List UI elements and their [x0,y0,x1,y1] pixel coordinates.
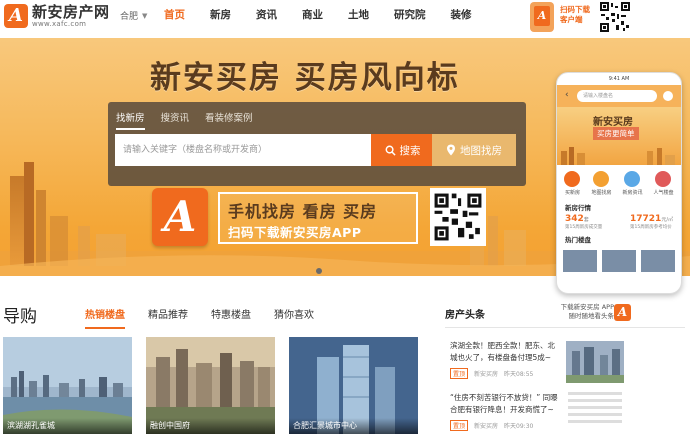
phone-search-field: 请输入楼盘名 [577,90,657,102]
phone-hero: 新安买房 买房更简单 [557,107,681,165]
back-arrow-icon: ‹ [565,90,569,100]
property-card-caption: 滨湖湖孔雀城 [3,418,132,434]
search-icon [385,145,396,156]
banner-slogan: 新安买房 买房风向标 [150,60,460,96]
app-promo-text: 手机找房 看房 买房 扫码下载新安买房APP [218,192,418,244]
property-card-caption: 融创中国府 [146,418,275,434]
tab-find-new-home[interactable]: 找新房 [116,110,145,130]
skyline-illustration [561,147,675,165]
qr-code-icon [599,1,631,33]
divider [445,327,685,328]
app-download-text: 扫码下载 客户端 [560,5,590,24]
phone-header: ‹ 请输入楼盘名 [557,85,681,107]
news-section-title: 房产头条 [445,310,485,321]
nav-item-research[interactable]: 研究院 [394,7,426,22]
phone-market-title: 新房行情 [565,204,591,212]
nav-item-news[interactable]: 资讯 [256,7,277,22]
map-search-button[interactable]: 地图找房 [432,134,516,166]
news-item[interactable]: “住房不刻苦银行不放贷！” 同曝合肥有银行降息！开发商慌了~ 置顶 新安买房 昨… [450,392,560,431]
guide-section-title: 导购 [3,307,37,327]
news-document-thumbnail[interactable] [566,388,624,426]
avatar [663,91,673,101]
news-source: 新安买房 [474,423,499,430]
carousel-indicator[interactable] [316,268,322,274]
tab-search-news[interactable]: 搜资讯 [161,110,190,130]
new-home-icon [564,171,581,187]
main-nav: 首页 新房 资讯 商业 土地 研究院 装修 [164,7,497,22]
chevron-down-icon: ▼ [142,11,148,20]
app-phone-mockup: 9:41 AM ‹ 请输入楼盘名 新安买房 买房更简单 买新房 地图找房 新房资… [556,72,682,294]
news-icon [624,171,641,187]
property-cards: 滨湖湖孔雀城 融创中国府 合肥汇景城市中心 [3,337,432,434]
map-pin-icon [447,144,455,156]
app-logo-icon: A [614,304,631,321]
phone-quick-icons: 买新房 地图找房 新房资讯 人气楼盘 [557,165,681,198]
tab-discount[interactable]: 特惠楼盘 [211,306,251,329]
phone-status-bar: 9:41 AM [608,76,630,82]
pinned-badge: 置顶 [450,420,469,431]
phone-hot-title: 热门楼盘 [565,236,591,244]
property-thumbnail [602,250,636,272]
nav-item-new-homes[interactable]: 新房 [210,7,231,22]
tab-decoration-cases[interactable]: 看装修案例 [205,110,253,130]
tab-recommended[interactable]: 猜你喜欢 [274,306,314,329]
news-source: 新安买房 [474,371,499,378]
phone-icon: A [530,2,554,32]
site-logo[interactable]: A 新安房产网 www.xafc.com [4,3,110,29]
property-card[interactable]: 融创中国府 [146,337,275,434]
nav-item-home[interactable]: 首页 [164,7,185,22]
guide-tabs: 热销楼盘 精品推荐 特惠楼盘 猜你喜欢 [85,306,337,329]
search-input[interactable]: 请输入关键字（楼盘名称或开发商） [115,134,371,166]
app-promo: A 手机找房 看房 买房 扫码下载新安买房APP [152,188,486,250]
top-navigation-bar: A 新安房产网 www.xafc.com 合肥 ▼ 首页 新房 资讯 商业 土地… [0,0,690,34]
phone-hot-images [557,246,681,276]
search-panel: 找新房 搜资讯 看装修案例 请输入关键字（楼盘名称或开发商） 搜索 地图找房 [108,102,526,186]
city-selector[interactable]: 合肥 ▼ [120,9,148,23]
logo-mark-icon: A [4,4,28,28]
tab-featured[interactable]: 精品推荐 [148,306,188,329]
news-thumbnail[interactable] [566,341,624,383]
property-card[interactable]: 合肥汇景城市中心 [289,337,418,434]
news-headline: 滨湖全款！肥西全款！肥东、北城也火了，有楼盘备付理5成~ [450,341,555,362]
property-thumbnail [563,250,597,272]
property-card-caption: 合肥汇景城市中心 [289,418,418,434]
nav-item-land[interactable]: 土地 [348,7,369,22]
news-time: 昨天08:55 [504,371,534,378]
pinned-badge: 置顶 [450,368,469,379]
app-download-promo[interactable]: A 扫码下载 客户端 [526,0,596,34]
news-app-promo[interactable]: 下载新安买房 APP 随时随地看头条 [560,303,614,321]
news-headline: “住房不刻苦银行不放贷！” 同曝合肥有银行降息！开发商慌了~ [450,393,558,414]
logo-url: www.xafc.com [32,20,87,28]
news-time: 昨天09:30 [504,423,534,430]
property-card[interactable]: 滨湖湖孔雀城 [3,337,132,434]
map-icon [593,171,610,187]
nav-item-decoration[interactable]: 装修 [451,7,472,22]
app-logo-icon: A [152,188,208,246]
nav-item-commercial[interactable]: 商业 [302,7,323,22]
city-label: 合肥 [120,12,139,22]
property-thumbnail [641,250,675,272]
logo-name: 新安房产网 [32,3,110,21]
search-tabs: 找新房 搜资讯 看装修案例 [116,110,269,130]
phone-market-stats: 342套 第15周新房成交量 17721元/㎡ 第15周新房参考均价 [565,214,673,230]
news-item[interactable]: 滨湖全款！肥西全款！肥东、北城也火了，有楼盘备付理5成~ 置顶 新安买房 昨天0… [450,340,560,379]
hot-icon [655,171,672,187]
search-button[interactable]: 搜索 [371,134,434,166]
tab-hot-sales[interactable]: 热销楼盘 [85,306,125,329]
qr-code-icon [430,188,486,246]
